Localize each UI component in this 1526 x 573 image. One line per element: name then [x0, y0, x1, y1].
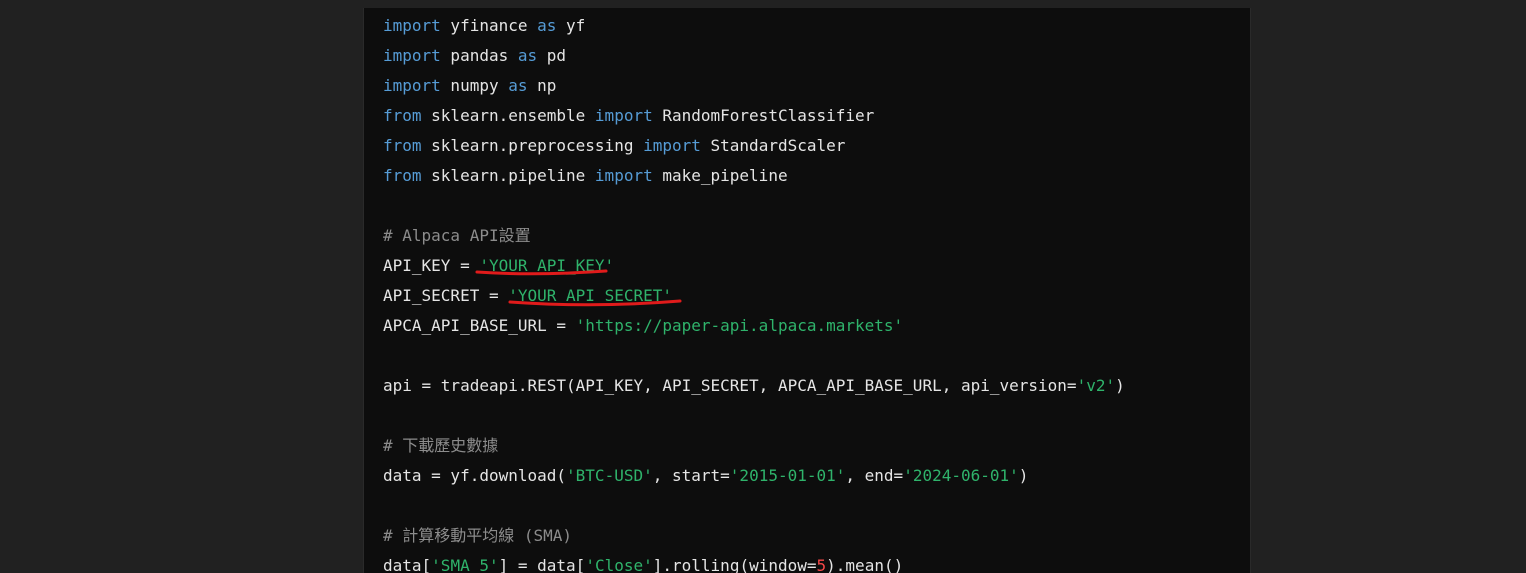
code-token: 5 [816, 556, 827, 573]
code-token: 'BTC-USD' [566, 466, 653, 485]
code-token: from [383, 106, 422, 125]
code-token: APCA_API_BASE_URL = [383, 316, 576, 335]
code-token: # 計算移動平均線 (SMA) [383, 526, 573, 545]
code-token: yf [556, 16, 586, 35]
code-token: import [383, 46, 441, 65]
code-lines: import yfinance as yf import pandas as pd… [383, 11, 1250, 573]
code-token: sklearn.ensemble [421, 106, 595, 125]
code-token: ] = data[ [498, 556, 586, 573]
code-line: APCA_API_BASE_URL = 'https://paper-api.a… [383, 311, 1250, 341]
code-token: API_SECRET = [383, 286, 509, 305]
code-token: ).mean() [826, 556, 904, 573]
code-line: import pandas as pd [383, 41, 1250, 71]
code-token: '2015-01-01' [729, 466, 846, 485]
code-token: numpy [440, 76, 509, 95]
code-token: as [537, 16, 557, 35]
code-line: # Alpaca API設置 [383, 221, 1250, 251]
code-line: # 下載歷史數據 [383, 431, 1250, 461]
code-block: import yfinance as yf import pandas as pd… [363, 8, 1251, 573]
code-line: from sklearn.preprocessing import Standa… [383, 131, 1250, 161]
code-token: 'YOUR_API_KEY' [479, 256, 615, 275]
code-token: import [594, 106, 653, 125]
code-line: import yfinance as yf [383, 11, 1250, 41]
code-token: 'YOUR_API_SECRET' [508, 286, 672, 305]
code-token: pd [537, 46, 567, 65]
code-token: , end= [845, 466, 904, 485]
code-line: data['SMA_5'] = data['Close'].rolling(wi… [383, 551, 1250, 573]
code-line: data = yf.download('BTC-USD', start='201… [383, 461, 1250, 491]
code-token: as [517, 46, 538, 65]
code-token: import [383, 76, 441, 95]
code-token: # 下載歷史數據 [383, 436, 499, 455]
code-token: ) [1115, 376, 1125, 395]
code-token: StandardScaler [700, 136, 846, 155]
code-token: pandas [440, 46, 518, 65]
code-token: api = tradeapi.REST(API_KEY, API_SECRET,… [383, 376, 1077, 395]
code-line: from sklearn.pipeline import make_pipeli… [383, 161, 1250, 191]
code-token: 'SMA_5' [431, 556, 499, 573]
code-token: import [643, 136, 701, 155]
code-token: # Alpaca API設置 [383, 226, 531, 245]
code-token: make_pipeline [652, 166, 788, 185]
code-line: API_KEY = 'YOUR_API_KEY' [383, 251, 1250, 281]
code-token: import [383, 16, 441, 35]
code-line: # 計算移動平均線 (SMA) [383, 521, 1250, 551]
code-token: from [383, 166, 422, 185]
code-token: sklearn.preprocessing [421, 136, 644, 155]
code-line: import numpy as np [383, 71, 1250, 101]
code-token: 'https://paper-api.alpaca.markets' [575, 316, 904, 335]
code-line: API_SECRET = 'YOUR_API_SECRET' [383, 281, 1250, 311]
code-token: RandomForestClassifier [652, 106, 875, 125]
code-token: API_KEY = [383, 256, 480, 275]
code-token: data[ [383, 556, 432, 573]
code-line: from sklearn.ensemble import RandomFores… [383, 101, 1250, 131]
code-token: yfinance [440, 16, 538, 35]
code-token: sklearn.pipeline [421, 166, 595, 185]
code-token: ) [1018, 466, 1029, 485]
code-token: as [508, 76, 528, 95]
code-token: import [594, 166, 653, 185]
code-token: from [383, 136, 422, 155]
code-line: api = tradeapi.REST(API_KEY, API_SECRET,… [383, 371, 1250, 401]
code-token: '2024-06-01' [903, 466, 1019, 485]
code-token: data = yf.download( [383, 466, 567, 485]
code-token: np [527, 76, 557, 95]
code-token: , start= [652, 466, 730, 485]
code-token: ].rolling(window= [652, 556, 817, 573]
code-token: 'Close' [585, 556, 653, 573]
code-token: 'v2' [1076, 376, 1116, 395]
